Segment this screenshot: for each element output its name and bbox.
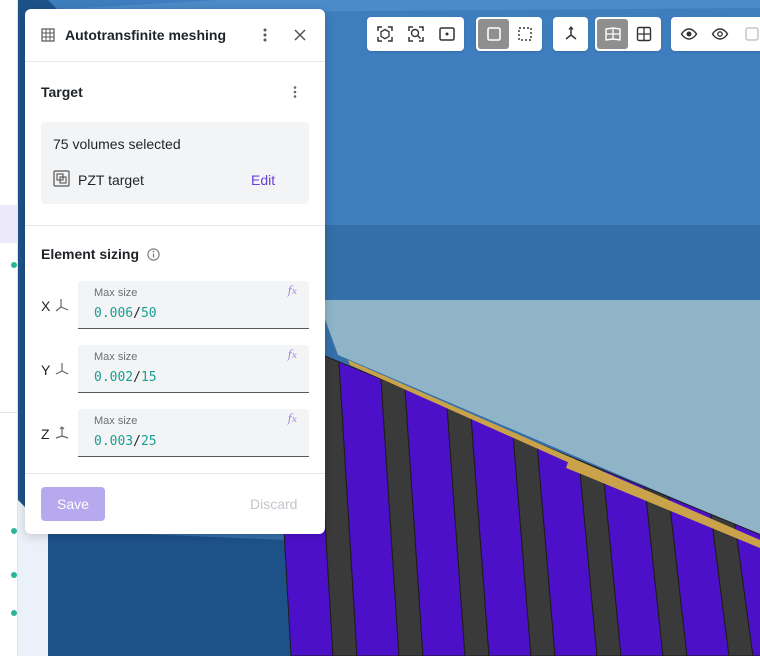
grid-view-icon[interactable] bbox=[628, 19, 659, 49]
axis-label-y: Y bbox=[41, 362, 51, 378]
field-value[interactable]: 0.002/15 bbox=[94, 370, 157, 385]
axis-label-x: X bbox=[41, 298, 51, 314]
close-icon[interactable] bbox=[291, 26, 309, 44]
count-value: 15 bbox=[140, 370, 157, 385]
box-select-icon[interactable] bbox=[509, 19, 540, 49]
split-view-icon[interactable] bbox=[597, 19, 628, 49]
frame-icon[interactable] bbox=[431, 19, 462, 49]
layout-group bbox=[595, 17, 661, 51]
axes-group bbox=[553, 17, 588, 51]
discard-button[interactable]: Discard bbox=[250, 496, 297, 512]
target-selection-box: 75 volumes selected PZT target Edit bbox=[41, 122, 309, 204]
formula-icon[interactable]: fx bbox=[288, 284, 297, 297]
section-divider bbox=[25, 225, 325, 226]
edit-target-link[interactable]: Edit bbox=[251, 172, 275, 188]
solid-view-icon[interactable] bbox=[478, 19, 509, 49]
max-size-x-input[interactable]: Max size 0.006/50 fx bbox=[78, 281, 309, 329]
value-separator: / bbox=[133, 306, 141, 321]
info-icon[interactable] bbox=[146, 247, 160, 261]
visibility-group bbox=[671, 17, 760, 51]
axis-y-icon bbox=[54, 361, 70, 382]
view-tools-group bbox=[367, 17, 464, 51]
panel-title: Autotransfinite meshing bbox=[65, 27, 227, 43]
select-mode-group bbox=[476, 17, 542, 51]
size-value: 0.003 bbox=[94, 434, 134, 449]
target-heading: Target bbox=[41, 84, 83, 100]
axis-z-icon bbox=[54, 425, 70, 446]
panel-footer: Save Discard bbox=[25, 473, 325, 534]
axis-x-icon bbox=[54, 297, 70, 318]
field-label: Max size bbox=[94, 287, 138, 299]
field-label: Max size bbox=[94, 415, 138, 427]
formula-icon[interactable]: fx bbox=[288, 412, 297, 425]
value-separator: / bbox=[133, 434, 141, 449]
field-value[interactable]: 0.006/50 bbox=[94, 306, 157, 321]
field-label: Max size bbox=[94, 351, 138, 363]
hide-icon[interactable] bbox=[704, 19, 735, 49]
size-value: 0.006 bbox=[94, 306, 134, 321]
element-sizing-heading: Element sizing bbox=[41, 246, 140, 262]
status-dot bbox=[11, 610, 17, 616]
more-view-icon[interactable] bbox=[735, 19, 760, 49]
autotransfinite-panel: Autotransfinite meshing Target 75 volume… bbox=[25, 9, 325, 534]
count-value: 50 bbox=[140, 306, 157, 321]
save-button[interactable]: Save bbox=[41, 487, 105, 521]
target-more-icon[interactable] bbox=[287, 83, 303, 101]
value-separator: / bbox=[133, 370, 141, 385]
formula-icon[interactable]: fx bbox=[288, 348, 297, 361]
selection-count: 75 volumes selected bbox=[53, 136, 181, 152]
max-size-z-input[interactable]: Max size 0.003/25 fx bbox=[78, 409, 309, 457]
sidebar-divider bbox=[0, 412, 18, 413]
status-dot bbox=[11, 262, 17, 268]
grid-icon bbox=[41, 28, 55, 42]
more-options-icon[interactable] bbox=[257, 25, 273, 45]
axis-label-z: Z bbox=[41, 426, 50, 442]
size-value: 0.002 bbox=[94, 370, 134, 385]
zoom-fit-icon[interactable] bbox=[400, 19, 431, 49]
status-dot bbox=[11, 528, 17, 534]
count-value: 25 bbox=[140, 434, 157, 449]
sidebar-selected-row[interactable] bbox=[0, 205, 18, 243]
visibility-icon[interactable] bbox=[673, 19, 704, 49]
volume-group-icon bbox=[53, 170, 70, 187]
axes-triad-icon[interactable] bbox=[555, 19, 586, 49]
field-value[interactable]: 0.003/25 bbox=[94, 434, 157, 449]
status-dot bbox=[11, 572, 17, 578]
fit-selection-icon[interactable] bbox=[369, 19, 400, 49]
target-item-name: PZT target bbox=[78, 172, 144, 188]
left-sidebar-strip bbox=[0, 0, 18, 656]
panel-header: Autotransfinite meshing bbox=[25, 9, 325, 62]
max-size-y-input[interactable]: Max size 0.002/15 fx bbox=[78, 345, 309, 393]
